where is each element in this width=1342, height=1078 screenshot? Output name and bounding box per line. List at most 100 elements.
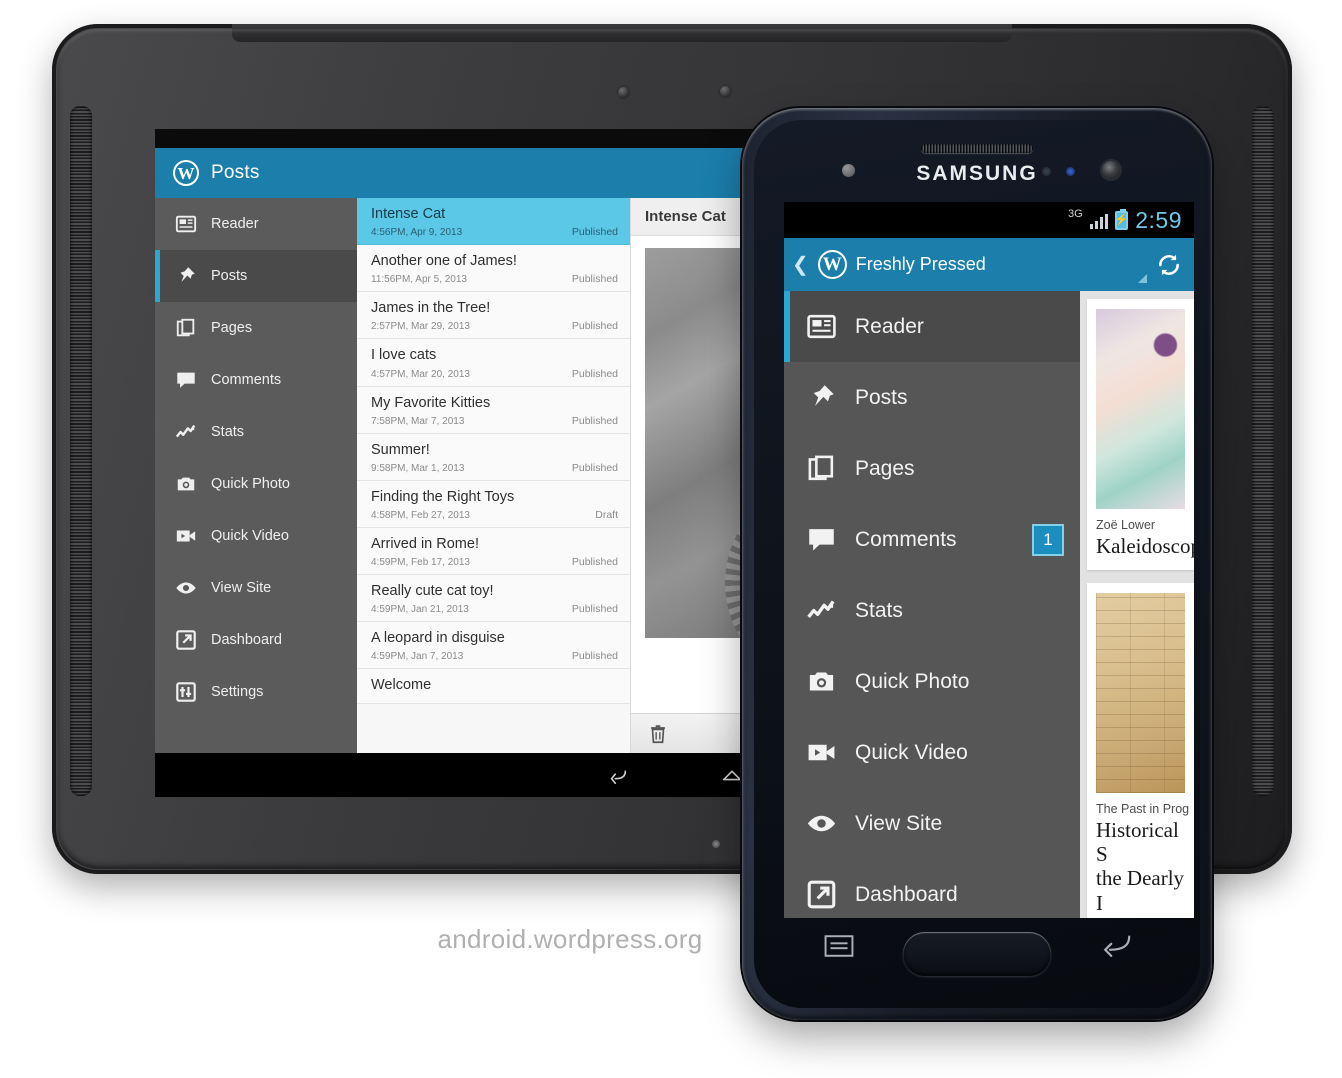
sidebar-item-settings[interactable]: Settings (155, 666, 357, 718)
settings-icon (175, 681, 197, 703)
sidebar-item-label: Dashboard (855, 882, 958, 906)
page-title: Freshly Pressed (855, 254, 986, 274)
table-row[interactable]: Summer! 9:58PM, Mar 1, 2013 Published (357, 433, 630, 481)
sidebar-item-label: Settings (211, 684, 264, 700)
pages-icon (175, 317, 197, 339)
camera-icon (175, 473, 197, 495)
sidebar-item-comments[interactable]: Comments 1 (784, 504, 1080, 575)
post-title: I love cats (371, 347, 437, 364)
status-badge: Published (571, 414, 618, 427)
back-softkey-icon[interactable] (1100, 933, 1132, 962)
sidebar-item-view-site[interactable]: View Site (155, 562, 357, 614)
post-title: Finding the Right Toys (371, 488, 515, 505)
earpiece-icon (921, 144, 1033, 153)
back-nav-icon[interactable] (607, 764, 629, 786)
sidebar-item-pages[interactable]: Pages (155, 302, 357, 354)
sidebar-item-quick-photo[interactable]: Quick Photo (784, 646, 1080, 717)
sidebar-item-label: Quick Video (211, 528, 289, 544)
sidebar-item-dashboard[interactable]: Dashboard (155, 614, 357, 666)
sidebar-item-view-site[interactable]: View Site (784, 788, 1080, 859)
table-row[interactable]: Finding the Right Toys 4:58PM, Feb 27, 2… (357, 480, 630, 528)
sidebar-item-label: Stats (211, 424, 245, 440)
wordpress-logo-icon[interactable]: W (173, 160, 199, 186)
post-date: 7:58PM, Mar 7, 2013 (371, 415, 465, 427)
card-author: The Past in Prog (1096, 802, 1190, 817)
phone-reader-list[interactable]: Zoë Lower Kaleidoscop The Past in Prog H… (1080, 291, 1194, 918)
post-title: Welcome (371, 677, 432, 694)
table-row[interactable]: My Favorite Kitties 7:58PM, Mar 7, 2013 … (357, 386, 630, 434)
sidebar-item-label: Reader (211, 216, 259, 232)
sidebar-item-label: Stats (855, 598, 903, 622)
table-row[interactable]: Welcome (357, 669, 630, 705)
sidebar-item-dashboard[interactable]: Dashboard (784, 859, 1080, 918)
stats-icon (175, 421, 197, 443)
video-icon (175, 525, 197, 547)
post-meta: 7:58PM, Mar 7, 2013 Published (371, 415, 618, 427)
post-date: 4:56PM, Apr 9, 2013 (371, 227, 463, 239)
kaleidoscope-photo (1096, 309, 1185, 509)
sidebar-item-posts[interactable]: Posts (155, 250, 357, 302)
phone-navigation-drawer[interactable]: Reader Posts Pages Comments 1 Stats Quic… (784, 291, 1080, 918)
card-author: Zoë Lower (1096, 518, 1156, 532)
status-badge: Published (571, 603, 618, 616)
sidebar-item-stats[interactable]: Stats (155, 406, 357, 458)
home-button[interactable] (903, 932, 1051, 976)
tablet-navigation-drawer[interactable]: Reader Posts Pages Comments Stats Quick … (155, 198, 357, 753)
sidebar-item-label: View Site (211, 580, 272, 596)
post-meta: 11:56PM, Apr 5, 2013 Published (371, 273, 618, 285)
post-meta: 4:59PM, Jan 7, 2013 Published (371, 650, 618, 662)
sidebar-item-pages[interactable]: Pages (784, 433, 1080, 504)
sidebar-item-label: Comments (855, 527, 957, 551)
table-row[interactable]: Really cute cat toy! 4:59PM, Jan 21, 201… (357, 575, 630, 623)
post-meta: 2:57PM, Mar 29, 2013 Published (371, 320, 618, 332)
table-row[interactable]: Another one of James! 11:56PM, Apr 5, 20… (357, 245, 630, 293)
refresh-icon[interactable] (1156, 252, 1182, 278)
home-nav-icon[interactable] (721, 764, 743, 786)
post-title: James in the Tree! (371, 300, 491, 317)
sidebar-item-reader[interactable]: Reader (155, 198, 357, 250)
sidebar-item-label: Quick Video (855, 740, 968, 764)
sidebar-item-quick-video[interactable]: Quick Video (784, 717, 1080, 788)
tablet-led-icon (712, 840, 720, 848)
sidebar-item-label: Pages (211, 320, 253, 336)
post-title: Summer! (371, 441, 430, 458)
reader-icon (806, 311, 837, 342)
eye-icon (806, 808, 837, 839)
sidebar-item-comments[interactable]: Comments (155, 354, 357, 406)
sidebar-item-reader[interactable]: Reader (784, 291, 1080, 362)
phone-screen: 3G ⚡ 2:59 ❮ W Freshly Pressed Reader Pos… (784, 202, 1194, 918)
list-item[interactable]: The Past in Prog Historical S the Dearly… (1087, 583, 1194, 918)
post-meta: 9:58PM, Mar 1, 2013 Published (371, 462, 618, 474)
table-row[interactable]: Arrived in Rome! 4:59PM, Feb 17, 2013 Pu… (357, 527, 630, 575)
table-row[interactable]: Intense Cat 4:56PM, Apr 9, 2013 Publishe… (357, 198, 630, 246)
external-link-icon (175, 629, 197, 651)
table-row[interactable]: James in the Tree! 2:57PM, Mar 29, 2013 … (357, 292, 630, 340)
sidebar-item-label: Quick Photo (855, 669, 970, 693)
post-meta: 4:56PM, Apr 9, 2013 Published (371, 226, 618, 238)
tablet-speaker-right (1252, 106, 1274, 796)
tablet-sensor-icon (618, 87, 629, 98)
sidebar-item-stats[interactable]: Stats (784, 575, 1080, 646)
sidebar-item-quick-photo[interactable]: Quick Photo (155, 458, 357, 510)
table-row[interactable]: I love cats 4:57PM, Mar 20, 2013 Publish… (357, 339, 630, 387)
back-caret-icon[interactable]: ❮ (792, 255, 809, 275)
post-title: My Favorite Kitties (371, 394, 491, 411)
table-row[interactable]: A leopard in disguise 4:59PM, Jan 7, 201… (357, 622, 630, 670)
phone-body: Reader Posts Pages Comments 1 Stats Quic… (784, 291, 1194, 918)
tablet-post-list[interactable]: Intense Cat 4:56PM, Apr 9, 2013 Publishe… (357, 198, 631, 753)
sidebar-item-posts[interactable]: Posts (784, 362, 1080, 433)
wordpress-logo-icon[interactable]: W (817, 250, 847, 279)
post-date: 4:57PM, Mar 20, 2013 (371, 368, 470, 380)
signal-bars-icon (1089, 212, 1109, 229)
sidebar-item-quick-video[interactable]: Quick Video (155, 510, 357, 562)
samsung-galaxy-s3-phone: SAMSUNG 3G ⚡ 2:59 ❮ W Freshly Pressed Re… (742, 108, 1212, 1020)
sidebar-item-label: View Site (855, 811, 943, 835)
comment-icon (175, 369, 197, 391)
detail-title: Intense Cat (645, 208, 726, 225)
menu-softkey-icon[interactable] (824, 935, 854, 962)
trash-icon[interactable] (647, 723, 669, 745)
sidebar-item-label: Quick Photo (211, 476, 290, 492)
sidebar-item-label: Dashboard (211, 632, 282, 648)
post-date: 4:59PM, Jan 7, 2013 (371, 651, 464, 663)
list-item[interactable]: Zoë Lower Kaleidoscop (1087, 299, 1194, 571)
